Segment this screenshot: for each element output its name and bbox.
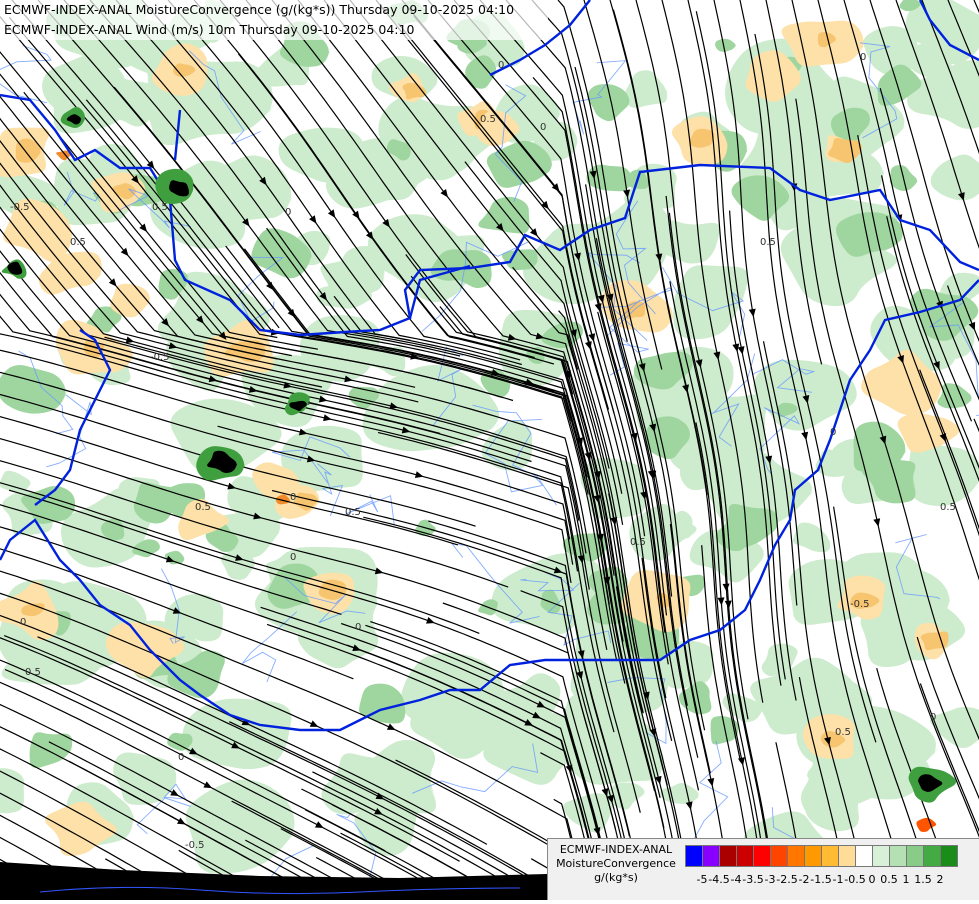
legend-tick: 0.5: [880, 873, 898, 886]
map-header: ECMWF-INDEX-ANAL MoistureConvergence (g/…: [0, 0, 548, 40]
contour-label: -0.5: [10, 202, 30, 213]
contour-label: 0.5: [630, 537, 646, 548]
contour-label: 0.5: [940, 502, 956, 513]
legend-swatch: [736, 845, 754, 867]
contour-label: 0.5: [760, 237, 776, 248]
contour-label: 0: [178, 752, 184, 763]
contour-label: -0.5: [185, 840, 205, 851]
header-line-wind: ECMWF-INDEX-ANAL Wind (m/s) 10m Thursday…: [4, 20, 548, 40]
legend-tick: 1.5: [914, 873, 932, 886]
legend-swatch: [838, 845, 856, 867]
legend-tick: 1: [903, 873, 910, 886]
legend-tick: -3.5: [742, 873, 763, 886]
color-legend: ECMWF-INDEX-ANAL MoistureConvergence g/(…: [547, 838, 979, 900]
contour-label: 0.5: [25, 667, 41, 678]
legend-tick: -4: [731, 873, 742, 886]
contour-label: 0.5: [480, 114, 496, 125]
legend-swatch: [821, 845, 839, 867]
legend-tick: -1: [833, 873, 844, 886]
legend-swatch: [804, 845, 822, 867]
legend-swatches: [685, 845, 957, 867]
legend-swatch: [889, 845, 907, 867]
contour-label: 0: [830, 427, 836, 438]
legend-title: ECMWF-INDEX-ANAL MoistureConvergence g/(…: [548, 843, 684, 885]
contour-label: 0: [290, 492, 296, 503]
contour-label: 0.5: [345, 507, 361, 518]
legend-swatch: [702, 845, 720, 867]
legend-tick: -4.5: [708, 873, 729, 886]
contour-label: 0: [285, 207, 291, 218]
contour-label: 0: [20, 617, 26, 628]
legend-tick: -1.5: [810, 873, 831, 886]
legend-swatch: [906, 845, 924, 867]
contour-label: -0.5: [150, 352, 170, 363]
legend-tick-labels: -5-4.5-4-3.5-3-2.5-2-1.5-1-0.5 0 0.5 1 1.5 2: [685, 873, 979, 889]
legend-tick: -0.5: [844, 873, 865, 886]
legend-swatch: [753, 845, 771, 867]
contour-label: 0.5: [152, 202, 168, 213]
legend-swatch: [787, 845, 805, 867]
legend-swatch: [855, 845, 873, 867]
contour-label: 0: [930, 712, 936, 723]
contour-label: 0: [540, 122, 546, 133]
legend-tick: -3: [765, 873, 776, 886]
legend-units: g/(kg*s): [548, 871, 684, 885]
legend-tick: 0: [869, 873, 876, 886]
legend-tick: 2: [937, 873, 944, 886]
contour-label: 0: [290, 552, 296, 563]
map-no-data-band: [0, 862, 547, 900]
legend-model: ECMWF-INDEX-ANAL: [548, 843, 684, 857]
legend-swatch: [719, 845, 737, 867]
legend-swatch: [872, 845, 890, 867]
legend-tick: -5: [697, 873, 708, 886]
moisture-convergence-map: 0 0.5 -0.5 0.5 0 0.5 0 -0.5 0 0.5 0 0.5 0 0 0.5 0.5 -0.5…: [0, 0, 979, 900]
convergence-negative-area: [921, 632, 949, 651]
legend-swatch: [770, 845, 788, 867]
contour-label: 0.5: [835, 727, 851, 738]
legend-swatch: [685, 845, 703, 867]
contour-label: 0: [860, 52, 866, 63]
contour-label: 0: [355, 622, 361, 633]
legend-tick: -2: [799, 873, 810, 886]
legend-swatch: [940, 845, 958, 867]
contour-label: -0.5: [850, 599, 870, 610]
legend-variable: MoistureConvergence: [548, 857, 684, 871]
contour-label: 0: [498, 60, 504, 71]
contour-label: 0.5: [70, 237, 86, 248]
legend-swatch: [923, 845, 941, 867]
legend-tick: -2.5: [776, 873, 797, 886]
header-line-moisture: ECMWF-INDEX-ANAL MoistureConvergence (g/…: [4, 0, 548, 20]
contour-label: 0.5: [195, 502, 211, 513]
